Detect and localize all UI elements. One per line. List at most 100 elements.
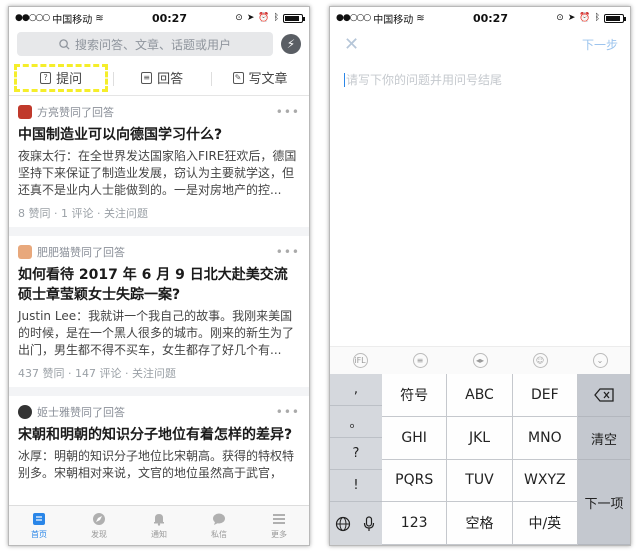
status-bar: ●●○○○ 中国移动 ≋ 00:27 ⊙ ➤ ⏰ ᛒ — [9, 7, 309, 29]
tab-home[interactable]: 首页 — [9, 506, 69, 545]
card-title[interactable]: 宋朝和明朝的知识分子地位有着怎样的差异? — [18, 425, 300, 445]
signal-icon: ●●○○○ — [336, 13, 371, 23]
next-step-button[interactable]: 下一步 — [582, 36, 618, 53]
alarm-icon: ⏰ — [258, 13, 270, 23]
microphone-icon[interactable] — [356, 502, 382, 545]
feed-card[interactable]: 姬士雅赞同了回答 ••• 宋朝和明朝的知识分子地位有着怎样的差异? 冰厚：明朝的… — [9, 396, 309, 488]
chat-bubble-icon[interactable]: ≡ — [412, 353, 428, 368]
tab-more[interactable]: 更多 — [249, 506, 309, 545]
card-stats: 8 赞同 · 1 评论 · 关注问题 — [18, 207, 148, 220]
text-cursor — [344, 72, 345, 87]
key-question[interactable]: ? — [330, 438, 382, 470]
cursor-move-icon[interactable]: ◂▸ — [472, 353, 488, 368]
search-icon — [59, 38, 70, 50]
card-header: 姬士雅赞同了回答 — [37, 406, 125, 419]
card-title[interactable]: 中国制造业可以向德国学习什么? — [18, 125, 300, 145]
card-stats: 437 赞同 · 147 评论 · 关注问题 — [18, 367, 176, 380]
ifly-icon[interactable]: iFL — [352, 353, 368, 368]
avatar[interactable] — [18, 245, 32, 259]
answer-label: 回答 — [157, 72, 184, 87]
document-icon: ≡ — [141, 71, 153, 84]
key-abc[interactable]: ABC — [447, 374, 513, 417]
punctuation-column: , 。 ? ! — [330, 374, 382, 545]
bluetooth-icon: ᛒ — [594, 13, 600, 23]
feed-card[interactable]: 肥肥猫赞同了回答 ••• 如何看待 2017 年 6 月 9 日北大赴美交流硕士… — [9, 236, 309, 387]
key-pqrs[interactable]: PQRS — [382, 459, 448, 503]
wifi-icon: ≋ — [95, 12, 104, 24]
card-excerpt[interactable]: 夜寐太行：在全世界发达国家陷入FIRE狂欢后，德国坚持下来保证了制造业发展，窃认… — [18, 148, 300, 199]
tab-label: 首页 — [31, 530, 47, 539]
clear-key[interactable]: 清空 — [578, 417, 630, 460]
bell-icon — [151, 511, 167, 527]
lock-rotation-icon: ⊙ — [235, 13, 243, 23]
location-icon: ➤ — [567, 13, 576, 23]
lock-rotation-icon: ⊙ — [556, 13, 564, 23]
key-tuv[interactable]: TUV — [447, 459, 513, 503]
location-icon: ➤ — [246, 13, 255, 23]
more-icon[interactable]: ••• — [276, 245, 300, 259]
avatar[interactable] — [18, 405, 32, 419]
bluetooth-icon: ᛒ — [273, 13, 279, 23]
ask-button[interactable]: ? 提问 — [14, 63, 109, 92]
write-article-label: 写文章 — [248, 72, 288, 87]
left-screen: ●●○○○ 中国移动 ≋ 00:27 ⊙ ➤ ⏰ ᛒ 搜索问答、文章、话题或用户… — [8, 6, 310, 546]
compass-icon — [91, 511, 107, 527]
backspace-key[interactable] — [578, 374, 630, 417]
tab-notifications[interactable]: 通知 — [129, 506, 189, 545]
card-excerpt[interactable]: 冰厚：明朝的知识分子地位比宋朝高。获得的特权特别多。宋朝相对来说，文官的地位虽然… — [18, 448, 300, 482]
alarm-icon: ⏰ — [579, 13, 591, 23]
tab-discover[interactable]: 发现 — [69, 506, 129, 545]
signal-icon: ●●○○○ — [15, 13, 50, 23]
tab-label: 通知 — [151, 530, 167, 539]
answer-button[interactable]: ≡ 回答 — [113, 68, 211, 87]
tab-label: 发现 — [91, 530, 107, 539]
more-icon[interactable]: ••• — [276, 105, 300, 119]
pencil-icon: ✎ — [232, 71, 244, 84]
status-time: 00:27 — [151, 11, 187, 25]
menu-icon — [271, 511, 287, 527]
key-jkl[interactable]: JKL — [447, 416, 513, 460]
more-icon[interactable]: ••• — [276, 405, 300, 419]
battery-icon — [282, 13, 305, 23]
next-item-key[interactable]: 下一项 — [578, 460, 630, 545]
compose-toolbar: iFL ≡ ◂▸ ☺ ⌄ — [330, 346, 630, 374]
avatar[interactable] — [18, 105, 32, 119]
close-icon[interactable]: ✕ — [344, 34, 359, 55]
key-123[interactable]: 123 — [382, 502, 448, 545]
search-bar[interactable]: 搜索问答、文章、话题或用户 — [17, 32, 273, 56]
key-space[interactable]: 空格 — [447, 502, 513, 545]
key-comma[interactable]: , — [330, 374, 382, 406]
card-header: 肥肥猫赞同了回答 — [37, 246, 125, 259]
globe-icon[interactable] — [330, 502, 356, 545]
status-bar: ●●○○○ 中国移动 ≋ 00:27 ⊙ ➤ ⏰ ᛒ — [330, 7, 630, 29]
key-mno[interactable]: MNO — [512, 416, 578, 460]
battery-icon — [603, 13, 626, 23]
write-article-button[interactable]: ✎ 写文章 — [211, 68, 309, 87]
feed-card[interactable]: 方亮赞同了回答 ••• 中国制造业可以向德国学习什么? 夜寐太行：在全世界发达国… — [9, 96, 309, 227]
key-grid: 符号 ABC DEF GHI JKL MNO PQRS TUV WXYZ 123… — [382, 374, 578, 545]
card-excerpt[interactable]: Justin Lee：我就讲一个我自己的故事。我刚来美国的时候，是在一个黑人很多… — [18, 308, 300, 359]
question-input[interactable]: 请写下你的问题并用问号结尾 — [344, 71, 630, 88]
card-header: 方亮赞同了回答 — [37, 106, 114, 119]
tab-bar: 首页 发现 通知 私信 更多 — [9, 505, 309, 545]
key-ghi[interactable]: GHI — [382, 416, 448, 460]
function-column: 清空 下一项 — [578, 374, 630, 545]
home-icon — [31, 511, 47, 527]
tab-label: 更多 — [271, 530, 287, 539]
compose-nav: ✕ 下一步 — [330, 29, 630, 59]
key-language-switch[interactable]: 中/英 — [512, 502, 578, 545]
key-wxyz[interactable]: WXYZ — [512, 459, 578, 503]
key-exclaim[interactable]: ! — [330, 470, 382, 502]
key-symbols[interactable]: 符号 — [382, 374, 448, 417]
emoji-icon[interactable]: ☺ — [532, 353, 548, 368]
key-def[interactable]: DEF — [512, 374, 578, 417]
collapse-keyboard-icon[interactable]: ⌄ — [592, 353, 608, 368]
search-placeholder: 搜索问答、文章、话题或用户 — [74, 37, 231, 52]
carrier: 中国移动 — [373, 14, 414, 26]
tab-messages[interactable]: 私信 — [189, 506, 249, 545]
key-period[interactable]: 。 — [330, 406, 382, 438]
lightning-icon[interactable]: ⚡ — [281, 34, 301, 54]
backspace-icon — [594, 388, 614, 402]
card-title[interactable]: 如何看待 2017 年 6 月 9 日北大赴美交流硕士章莹颖女士失踪一案? — [18, 265, 300, 305]
status-time: 00:27 — [472, 11, 508, 25]
